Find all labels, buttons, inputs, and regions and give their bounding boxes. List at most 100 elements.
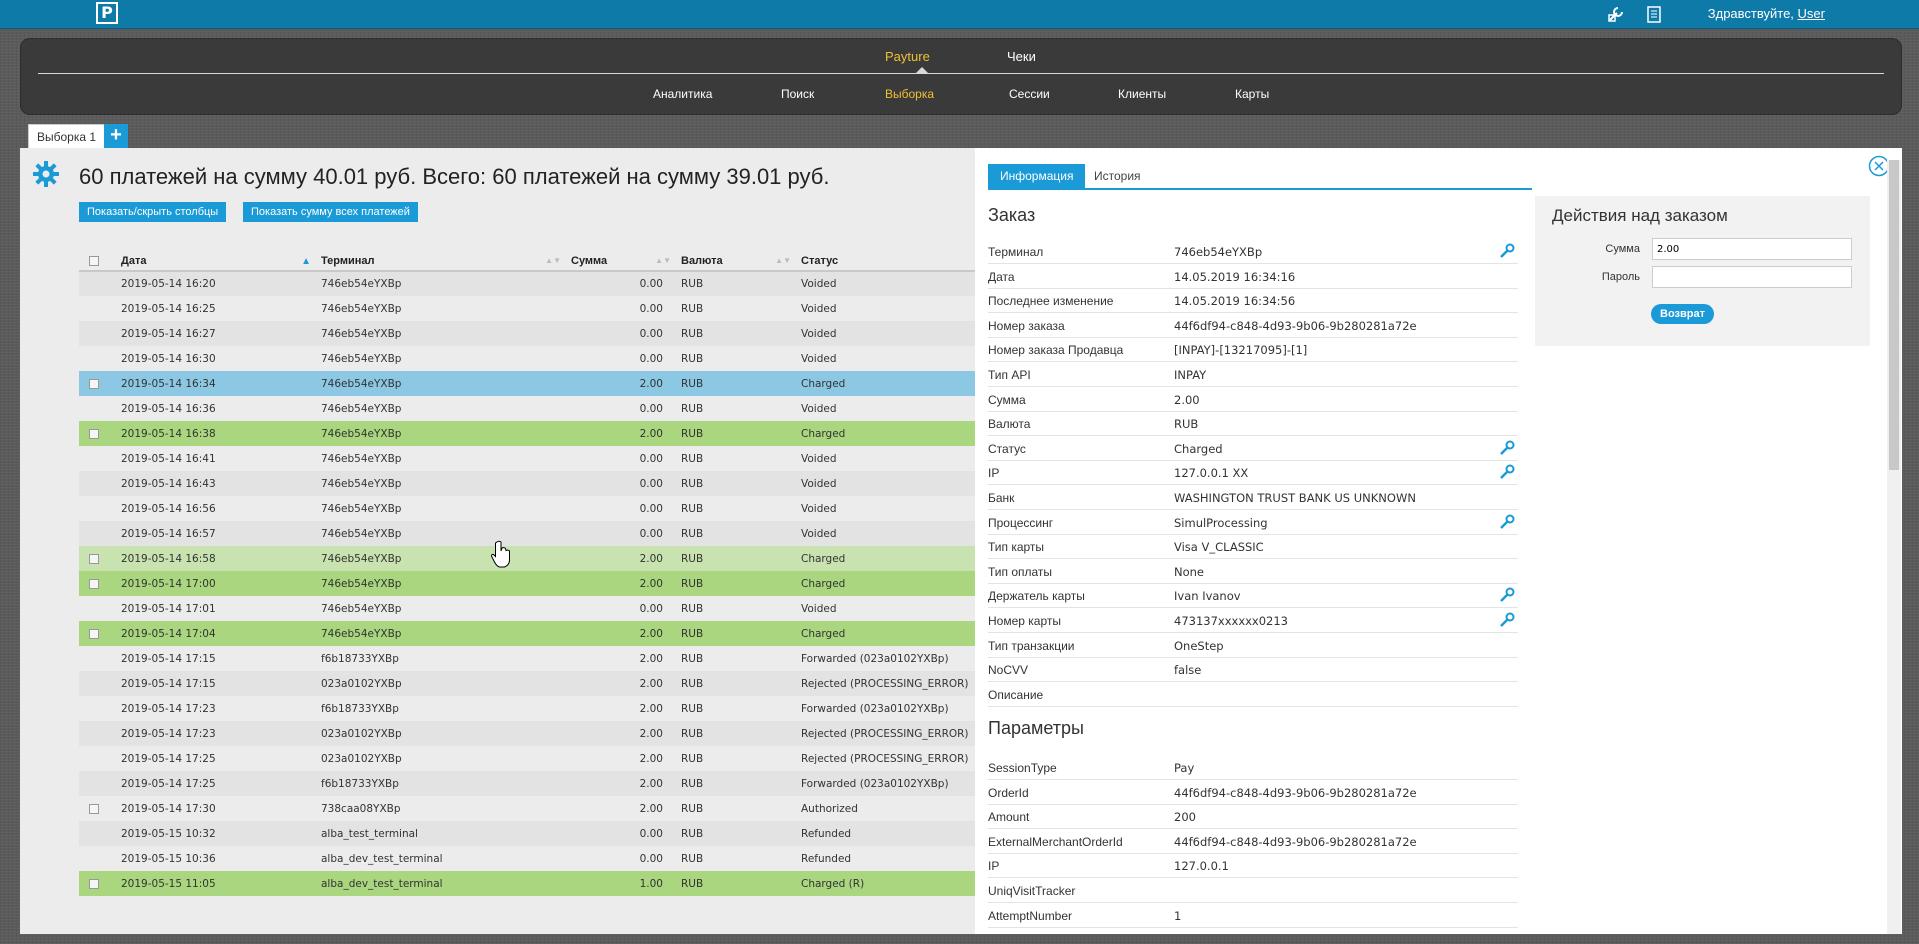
search-icon[interactable]	[1498, 243, 1516, 259]
cell-amount: 0.00	[567, 821, 677, 846]
tab-information[interactable]: Информация	[988, 164, 1086, 188]
nav-clients[interactable]: Клиенты	[1118, 87, 1166, 101]
cell-status: Voided	[797, 271, 975, 296]
search-icon[interactable]	[1498, 612, 1516, 628]
cell-status: Refunded	[797, 821, 975, 846]
nav-payture[interactable]: Payture	[885, 49, 930, 64]
hand-cursor-icon	[490, 540, 510, 568]
add-tab-button[interactable]: +	[104, 124, 128, 148]
nav-receipts[interactable]: Чеки	[1007, 49, 1036, 64]
user-link[interactable]: User	[1798, 6, 1825, 21]
row-checkbox[interactable]	[89, 878, 99, 889]
cell-date: 2019-05-14 17:23	[117, 696, 317, 721]
search-icon[interactable]	[1498, 514, 1516, 530]
table-row[interactable]: 2019-05-14 16:43 746eb54eYXBp 0.00 RUB Voide…	[79, 471, 975, 496]
field-label: NoCVV	[988, 663, 1029, 678]
nav-cards[interactable]: Карты	[1235, 87, 1269, 101]
header-currency[interactable]: Валюта ▲▼	[677, 251, 797, 272]
detail-scrollbar[interactable]	[1887, 160, 1901, 934]
table-row[interactable]: 2019-05-14 17:25 f6b18733YXBp 2.00 RUB Forwa…	[79, 771, 975, 796]
row-select-cell	[79, 871, 117, 896]
nav-analytics[interactable]: Аналитика	[653, 87, 712, 101]
nav-sessions[interactable]: Сессии	[1009, 87, 1050, 101]
table-row[interactable]: 2019-05-14 16:20 746eb54eYXBp 0.00 RUB Voide…	[79, 271, 975, 296]
table-row[interactable]: 2019-05-14 17:04 746eb54eYXBp 2.00 RUB Charg…	[79, 621, 975, 646]
search-icon[interactable]	[1498, 587, 1516, 603]
table-row[interactable]: 2019-05-15 11:05 alba_dev_test_terminal 1.…	[79, 871, 975, 896]
table-row[interactable]: 2019-05-14 17:15 f6b18733YXBp 2.00 RUB Forwa…	[79, 646, 975, 671]
param-value: Pay	[1174, 761, 1195, 775]
table-row[interactable]: 2019-05-14 17:23 f6b18733YXBp 2.00 RUB Forwa…	[79, 696, 975, 721]
cell-date: 2019-05-14 17:25	[117, 746, 317, 771]
gear-icon[interactable]	[32, 160, 60, 188]
tab-history[interactable]: История	[1082, 164, 1153, 188]
header-status[interactable]: Статус	[797, 251, 975, 272]
param-label: isNoCard	[988, 933, 1038, 934]
order-field-row: Терминал 746eb54eYXBp	[988, 240, 1518, 264]
scrollbar-thumb[interactable]	[1889, 160, 1899, 470]
table-row[interactable]: 2019-05-14 16:38 746eb54eYXBp 2.00 RUB Charg…	[79, 421, 975, 446]
field-label: Номер заказа Продавца	[988, 343, 1124, 358]
row-checkbox[interactable]	[89, 578, 99, 589]
table-row[interactable]: 2019-05-14 16:30 746eb54eYXBp 0.00 RUB Voide…	[79, 346, 975, 371]
table-row[interactable]: 2019-05-14 17:25 023a0102YXBp 2.00 RUB Rejec…	[79, 746, 975, 771]
table-body: 2019-05-14 16:20 746eb54eYXBp 0.00 RUB Voide…	[79, 271, 975, 896]
clipboard-icon[interactable]	[1645, 5, 1663, 23]
search-icon[interactable]	[1498, 464, 1516, 480]
table-row[interactable]: 2019-05-14 17:15 023a0102YXBp 2.00 RUB Rejec…	[79, 671, 975, 696]
nav-selection[interactable]: Выборка	[885, 87, 934, 101]
show-total-sum-button[interactable]: Показать сумму всех платежей	[243, 202, 418, 222]
table-row[interactable]: 2019-05-14 16:41 746eb54eYXBp 0.00 RUB Voide…	[79, 446, 975, 471]
row-checkbox[interactable]	[89, 378, 99, 389]
row-select-cell	[79, 771, 117, 796]
password-input[interactable]	[1652, 266, 1852, 288]
cell-date: 2019-05-14 16:30	[117, 346, 317, 371]
cell-terminal: alba_dev_test_terminal	[317, 871, 567, 896]
param-label: ExternalMerchantOrderId	[988, 834, 1123, 849]
table-row[interactable]: 2019-05-14 16:56 746eb54eYXBp 0.00 RUB Voide…	[79, 496, 975, 521]
field-value: 14.05.2019 16:34:56	[1174, 294, 1296, 309]
row-checkbox[interactable]	[89, 628, 99, 639]
search-icon[interactable]	[1498, 440, 1516, 456]
tab-selection-1[interactable]: Выборка 1	[28, 124, 106, 148]
cell-status: Charged (R)	[797, 871, 975, 896]
header-date[interactable]: Дата ▲	[117, 251, 317, 272]
cell-currency: RUB	[677, 721, 797, 746]
table-header-row: Дата ▲ Терминал ▲▼ Сумма ▲▼ Валюта ▲▼ Статус	[79, 251, 975, 272]
order-field-row: Тип API INPAY	[988, 363, 1518, 387]
row-checkbox[interactable]	[89, 428, 99, 439]
order-field-row: Банк WASHINGTON TRUST BANK US UNKNOWN	[988, 486, 1518, 510]
header-amount[interactable]: Сумма ▲▼	[567, 251, 677, 272]
cell-date: 2019-05-14 17:30	[117, 796, 317, 821]
header-terminal[interactable]: Терминал ▲▼	[317, 251, 567, 272]
wrench-icon[interactable]	[1607, 5, 1625, 23]
table-row[interactable]: 2019-05-14 17:00 746eb54eYXBp 2.00 RUB Charg…	[79, 571, 975, 596]
select-all-checkbox[interactable]	[89, 255, 99, 266]
refund-button[interactable]: Возврат	[1651, 304, 1714, 324]
toggle-columns-button[interactable]: Показать/скрыть столбцы	[79, 202, 227, 222]
table-row[interactable]: 2019-05-14 16:36 746eb54eYXBp 0.00 RUB Voide…	[79, 396, 975, 421]
table-row[interactable]: 2019-05-14 16:57 746eb54eYXBp 0.00 RUB Voide…	[79, 521, 975, 546]
nav-search[interactable]: Поиск	[781, 87, 814, 101]
cell-terminal: 023a0102YXBp	[317, 671, 567, 696]
table-row[interactable]: 2019-05-15 10:36 alba_dev_test_terminal 0.…	[79, 846, 975, 871]
cell-date: 2019-05-14 16:27	[117, 321, 317, 346]
logo[interactable]: P	[96, 2, 118, 24]
param-field-row: Amount 200	[988, 805, 1518, 830]
table-row[interactable]: 2019-05-14 16:27 746eb54eYXBp 0.00 RUB Voide…	[79, 321, 975, 346]
table-row[interactable]: 2019-05-14 17:30 738caa08YXBp 2.00 RUB Autho…	[79, 796, 975, 821]
row-checkbox[interactable]	[89, 803, 99, 814]
table-row[interactable]: 2019-05-14 16:34 746eb54eYXBp 2.00 RUB Charg…	[79, 371, 975, 396]
refund-amount-input[interactable]	[1652, 238, 1852, 260]
cell-terminal: alba_test_terminal	[317, 821, 567, 846]
table-row[interactable]: 2019-05-14 16:58 746eb54eYXBp 2.00 RUB Charg…	[79, 546, 975, 571]
field-value: false	[1174, 663, 1202, 678]
table-row[interactable]: 2019-05-15 10:32 alba_test_terminal 0.00 RU…	[79, 821, 975, 846]
table-row[interactable]: 2019-05-14 16:25 746eb54eYXBp 0.00 RUB Voide…	[79, 296, 975, 321]
tabs-underline	[988, 188, 1532, 190]
table-row[interactable]: 2019-05-14 17:23 023a0102YXBp 2.00 RUB Rejec…	[79, 721, 975, 746]
row-checkbox[interactable]	[89, 553, 99, 564]
table-row[interactable]: 2019-05-14 17:01 746eb54eYXBp 0.00 RUB Voide…	[79, 596, 975, 621]
cell-date: 2019-05-15 11:05	[117, 871, 317, 896]
cell-terminal: 023a0102YXBp	[317, 721, 567, 746]
